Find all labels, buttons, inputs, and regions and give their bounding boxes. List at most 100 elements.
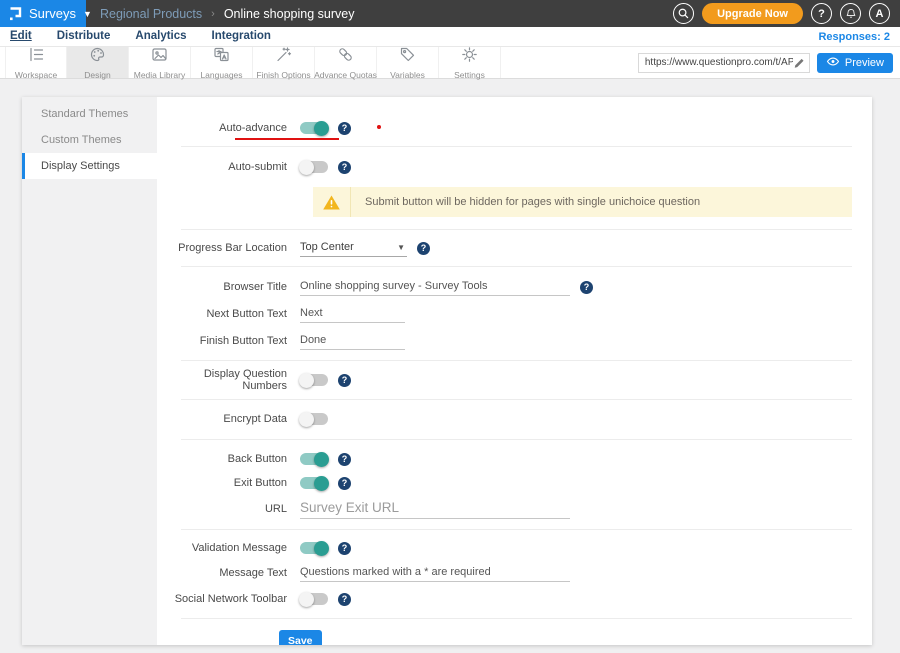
gear-icon xyxy=(461,46,478,68)
exit-button-row: Exit Button ? xyxy=(157,473,872,493)
toolbar-tab-workspace[interactable]: Workspace xyxy=(5,47,67,78)
auto-advance-toggle[interactable] xyxy=(300,122,328,134)
back-button-label: Back Button xyxy=(157,453,300,465)
divider xyxy=(181,399,852,400)
survey-url-field[interactable]: https://www.questionpro.com/t/APNrFZ xyxy=(638,53,810,73)
sidebar-item-custom-themes[interactable]: Custom Themes xyxy=(22,127,157,153)
breadcrumb: Regional Products › Online shopping surv… xyxy=(100,7,354,21)
auto-submit-label: Auto-submit xyxy=(157,161,300,173)
toolbar-tab-design[interactable]: Design xyxy=(67,47,129,78)
browser-title-row: Browser Title ? xyxy=(157,275,872,299)
toolbar-tab-languages[interactable]: Languages xyxy=(191,47,253,78)
finish-button-text-input[interactable] xyxy=(300,332,405,350)
chain-links-icon xyxy=(337,46,354,68)
divider xyxy=(181,229,852,230)
display-settings-form: Auto-advance ? Auto-submit ? Submit butt… xyxy=(157,97,872,645)
toolbar-tab-settings[interactable]: Settings xyxy=(439,47,501,78)
next-button-text-label: Next Button Text xyxy=(157,308,300,320)
toolbar-tab-variables[interactable]: Variables xyxy=(377,47,439,78)
validation-message-toggle[interactable] xyxy=(300,542,328,554)
preview-button[interactable]: Preview xyxy=(817,53,893,73)
social-network-toolbar-label: Social Network Toolbar xyxy=(157,593,300,605)
sidebar-item-display-settings[interactable]: Display Settings xyxy=(22,153,157,179)
palette-icon xyxy=(89,46,106,68)
breadcrumb-separator-icon: › xyxy=(211,8,215,20)
back-button-help-icon[interactable]: ? xyxy=(338,453,351,466)
social-network-toolbar-toggle[interactable] xyxy=(300,593,328,605)
divider xyxy=(181,360,852,361)
progress-bar-help-icon[interactable]: ? xyxy=(417,242,430,255)
auto-advance-label: Auto-advance xyxy=(157,122,300,134)
validation-message-help-icon[interactable]: ? xyxy=(338,542,351,555)
breadcrumb-parent[interactable]: Regional Products xyxy=(100,7,202,21)
divider xyxy=(181,618,852,619)
save-button[interactable]: Save xyxy=(279,630,322,645)
display-question-numbers-help-icon[interactable]: ? xyxy=(338,374,351,387)
chevron-down-icon: ▼ xyxy=(83,9,92,19)
validation-message-label: Validation Message xyxy=(157,542,300,554)
message-text-label: Message Text xyxy=(157,567,300,579)
next-button-text-row: Next Button Text xyxy=(157,302,872,326)
pencil-icon[interactable] xyxy=(793,57,805,69)
browser-title-help-icon[interactable]: ? xyxy=(580,281,593,294)
browser-title-input[interactable] xyxy=(300,278,570,296)
exit-button-toggle[interactable] xyxy=(300,477,328,489)
display-question-numbers-row: Display Question Numbers ? xyxy=(157,368,872,392)
divider xyxy=(181,266,852,267)
survey-url-value: https://www.questionpro.com/t/APNrFZ xyxy=(645,57,793,68)
social-network-toolbar-help-icon[interactable]: ? xyxy=(338,593,351,606)
eye-icon xyxy=(826,56,840,70)
annotation-red-dot xyxy=(377,125,381,129)
display-question-numbers-label: Display Question Numbers xyxy=(157,368,300,392)
auto-submit-help-icon[interactable]: ? xyxy=(338,161,351,174)
back-button-row: Back Button ? xyxy=(157,449,872,469)
validation-message-row: Validation Message ? xyxy=(157,538,872,558)
tab-distribute[interactable]: Distribute xyxy=(57,30,111,43)
translate-icon xyxy=(213,46,230,68)
sidebar-item-standard-themes[interactable]: Standard Themes xyxy=(22,101,157,127)
encrypt-data-toggle[interactable] xyxy=(300,413,328,425)
avatar[interactable]: A xyxy=(869,3,890,24)
design-toolbar: Workspace Design Media Library xyxy=(0,47,900,79)
warning-triangle-icon xyxy=(313,187,351,217)
annotation-underline-auto-advance xyxy=(235,138,339,141)
divider xyxy=(181,529,852,530)
message-text-row: Message Text xyxy=(157,562,872,584)
exit-button-help-icon[interactable]: ? xyxy=(338,477,351,490)
divider xyxy=(181,439,852,440)
top-header-bar: Surveys ▼ Regional Products › Online sho… xyxy=(0,0,900,27)
exit-url-input[interactable]: Survey Exit URL xyxy=(300,499,570,519)
help-button[interactable]: ? xyxy=(811,3,832,24)
auto-submit-toggle[interactable] xyxy=(300,161,328,173)
progress-bar-location-select[interactable]: Top Center ▼ xyxy=(300,239,407,257)
toolbar-tab-advance-quotas[interactable]: Advance Quotas xyxy=(315,47,377,78)
exit-url-label: URL xyxy=(157,503,300,515)
select-caret-icon: ▼ xyxy=(397,243,405,252)
message-text-input[interactable] xyxy=(300,564,570,582)
upgrade-now-button[interactable]: Upgrade Now xyxy=(702,3,803,24)
tab-analytics[interactable]: Analytics xyxy=(135,30,186,43)
survey-subnav: Edit Distribute Analytics Integration Re… xyxy=(0,27,900,47)
exit-url-row: URL Survey Exit URL xyxy=(157,497,872,521)
tag-icon xyxy=(399,46,416,68)
responses-count[interactable]: Responses: 2 xyxy=(818,31,890,43)
next-button-text-input[interactable] xyxy=(300,305,405,323)
toolbar-tab-finish-options[interactable]: Finish Options xyxy=(253,47,315,78)
tab-integration[interactable]: Integration xyxy=(212,30,271,43)
auto-advance-help-icon[interactable]: ? xyxy=(338,122,351,135)
exit-button-label: Exit Button xyxy=(157,477,300,489)
tab-edit[interactable]: Edit xyxy=(10,30,32,43)
divider xyxy=(181,146,852,147)
submit-hidden-warning: Submit button will be hidden for pages w… xyxy=(313,187,852,217)
finish-button-text-label: Finish Button Text xyxy=(157,335,300,347)
search-icon[interactable] xyxy=(673,3,694,24)
progress-bar-location-label: Progress Bar Location xyxy=(157,242,300,254)
surveys-menu[interactable]: Surveys ▼ xyxy=(0,0,86,27)
display-question-numbers-toggle[interactable] xyxy=(300,374,328,386)
back-button-toggle[interactable] xyxy=(300,453,328,465)
image-icon xyxy=(151,46,168,68)
warning-text: Submit button will be hidden for pages w… xyxy=(351,187,700,217)
notifications-bell-icon[interactable] xyxy=(840,3,861,24)
toolbar-tab-media-library[interactable]: Media Library xyxy=(129,47,191,78)
workspace-list-icon xyxy=(28,46,45,68)
